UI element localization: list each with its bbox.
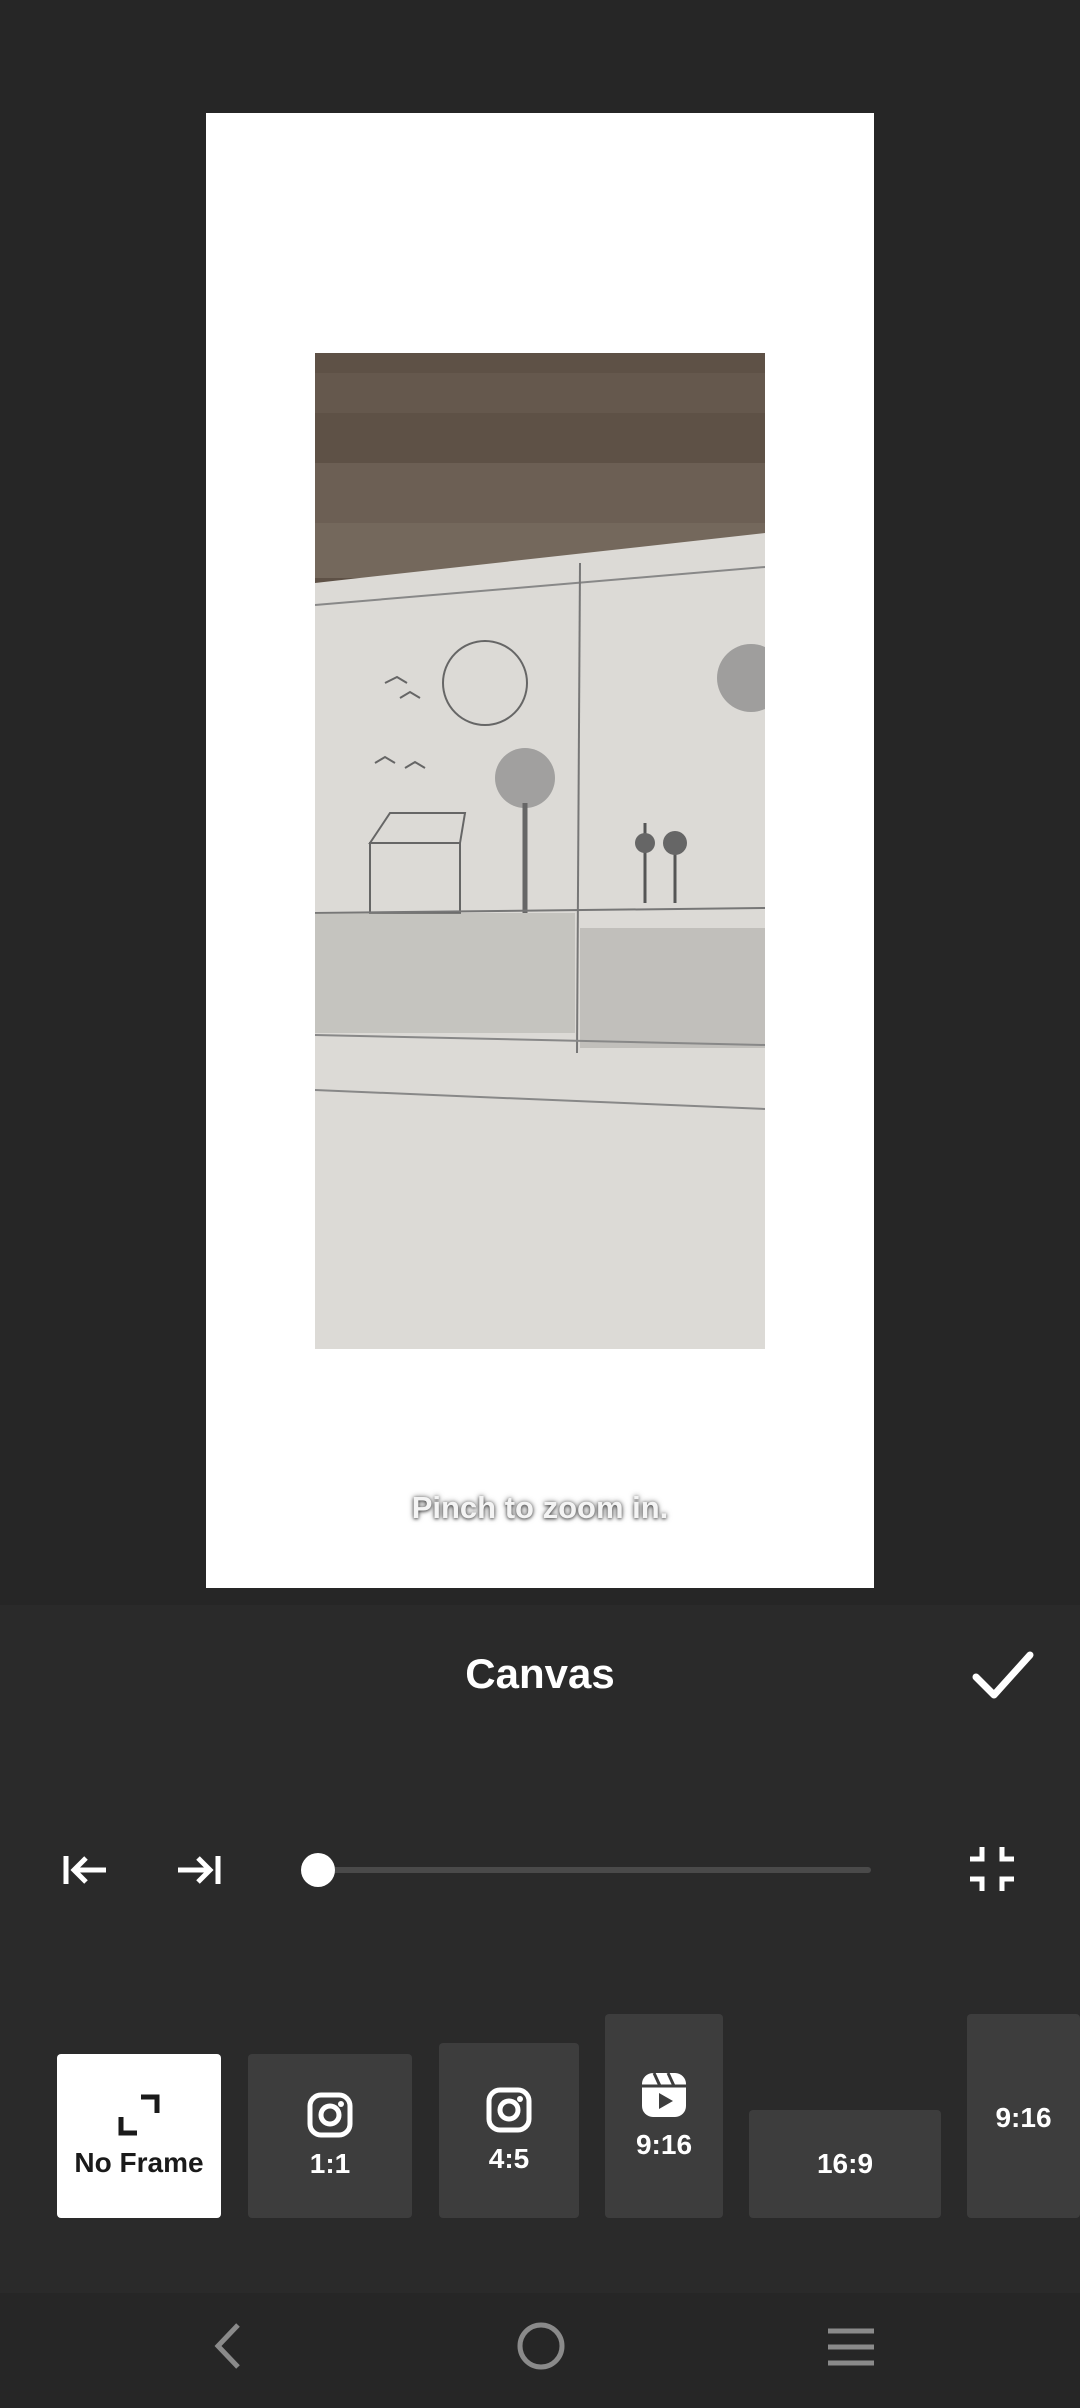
frame-4-5[interactable]: 4:5: [439, 2043, 579, 2218]
menu-icon: [828, 2328, 874, 2366]
photo-sketch-image[interactable]: [315, 353, 765, 1349]
jump-to-end-button[interactable]: [174, 1850, 222, 1890]
frame-label: 4:5: [488, 2142, 530, 2174]
instagram-icon: [486, 2087, 532, 2132]
frame-label: 9:16: [995, 2102, 1052, 2133]
collapse-icon: [970, 1847, 1014, 1891]
panel-title: Canvas: [465, 1650, 615, 1697]
home-icon: [517, 2322, 565, 2370]
nav-home-button[interactable]: [516, 2321, 566, 2371]
skip-to-end-icon: [178, 1856, 221, 1884]
back-icon: [214, 2323, 240, 2369]
confirm-button[interactable]: [970, 1645, 1036, 1705]
frame-9-16-reels[interactable]: 9:16: [605, 2014, 723, 2218]
frame-16-9[interactable]: 16:9: [749, 2110, 941, 2218]
nav-back-button[interactable]: [210, 2321, 246, 2371]
zoom-slider-track[interactable]: [318, 1867, 871, 1873]
instagram-icon: [307, 2092, 353, 2138]
jump-to-start-button[interactable]: [62, 1850, 110, 1890]
skip-to-start-icon: [63, 1856, 106, 1884]
zoom-hint: Pinch to zoom in.: [411, 1490, 669, 1525]
system-navigation-bar: [0, 2293, 1080, 2408]
reels-icon: [642, 2072, 686, 2117]
check-icon: [972, 1651, 1034, 1699]
frame-label: No Frame: [74, 2147, 204, 2178]
zoom-slider-thumb[interactable]: [301, 1853, 335, 1887]
sketch-drawing: [315, 353, 765, 1349]
frame-1-1[interactable]: 1:1: [248, 2054, 412, 2218]
nav-recents-button[interactable]: [826, 2325, 876, 2369]
expand-icon: [118, 2094, 160, 2136]
frame-9-16[interactable]: 9:16: [967, 2014, 1080, 2218]
frame-label: 16:9: [816, 2148, 874, 2179]
canvas-preview[interactable]: Pinch to zoom in.: [0, 0, 1080, 1605]
frame-label: 9:16: [635, 2129, 693, 2160]
frame-no-frame[interactable]: No Frame: [57, 2054, 221, 2218]
fit-button[interactable]: [966, 1843, 1018, 1895]
frame-label: 1:1: [309, 2148, 351, 2179]
